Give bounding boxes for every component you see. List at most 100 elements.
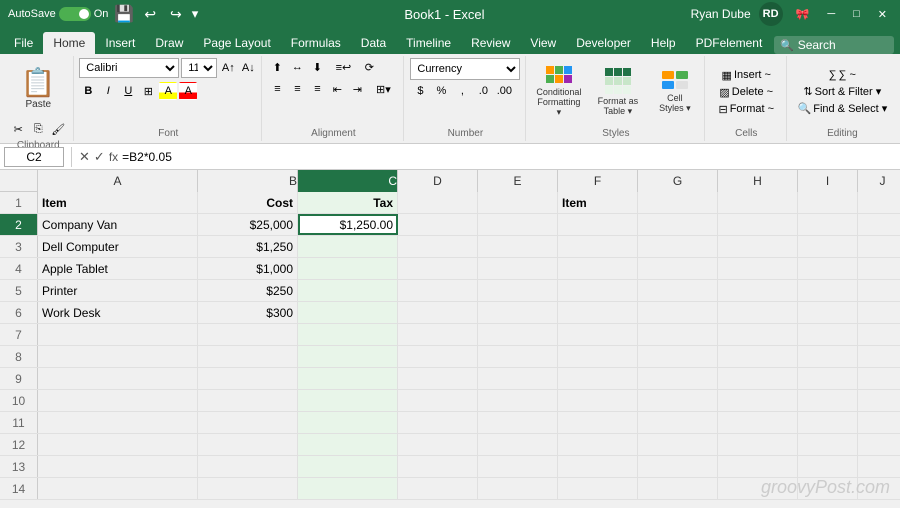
close-button[interactable]: ✕	[873, 6, 892, 23]
cell-8-G[interactable]	[638, 346, 718, 367]
cell-12-C[interactable]	[298, 434, 398, 455]
cell-12-I[interactable]	[798, 434, 858, 455]
cell-5-J[interactable]	[858, 280, 900, 301]
cell-3-I[interactable]	[798, 236, 858, 257]
autosave-toggle[interactable]: AutoSave On	[8, 7, 108, 21]
cell-14-J[interactable]	[858, 478, 900, 499]
cell-2-D[interactable]	[398, 214, 478, 235]
tab-pdfelement[interactable]: PDFelement	[686, 32, 773, 54]
maximize-button[interactable]: □	[848, 6, 865, 22]
cell-3-E[interactable]	[478, 236, 558, 257]
cell-1-F[interactable]: Item	[558, 192, 638, 213]
cell-13-I[interactable]	[798, 456, 858, 477]
decrease-indent-button[interactable]: ⇤	[328, 80, 346, 98]
cell-12-D[interactable]	[398, 434, 478, 455]
cell-4-E[interactable]	[478, 258, 558, 279]
cell-2-F[interactable]	[558, 214, 638, 235]
cell-14-F[interactable]	[558, 478, 638, 499]
cell-7-A[interactable]	[38, 324, 198, 345]
cell-7-E[interactable]	[478, 324, 558, 345]
search-box[interactable]: 🔍 Search	[774, 36, 894, 54]
cell-5-I[interactable]	[798, 280, 858, 301]
paste-button[interactable]: 📋 Paste	[17, 58, 59, 118]
cell-12-G[interactable]	[638, 434, 718, 455]
cell-13-F[interactable]	[558, 456, 638, 477]
tab-insert[interactable]: Insert	[95, 32, 145, 54]
font-family-select[interactable]: Calibri	[79, 58, 179, 78]
cell-11-F[interactable]	[558, 412, 638, 433]
format-painter-button[interactable]: 🖌	[49, 120, 67, 138]
cell-13-A[interactable]	[38, 456, 198, 477]
cell-6-J[interactable]	[858, 302, 900, 323]
cell-10-G[interactable]	[638, 390, 718, 411]
cell-4-H[interactable]	[718, 258, 798, 279]
minimize-button[interactable]: ─	[822, 6, 840, 22]
cell-10-H[interactable]	[718, 390, 798, 411]
cell-1-A[interactable]: Item	[38, 192, 198, 213]
tab-home[interactable]: Home	[43, 32, 95, 54]
cell-6-H[interactable]	[718, 302, 798, 323]
cell-9-E[interactable]	[478, 368, 558, 389]
cell-14-C[interactable]	[298, 478, 398, 499]
cell-2-B[interactable]: $25,000	[198, 214, 298, 235]
align-top-button[interactable]: ⬆	[268, 58, 286, 76]
tab-timeline[interactable]: Timeline	[396, 32, 461, 54]
percent-button[interactable]: %	[431, 82, 451, 100]
copy-button[interactable]: ⎘	[29, 120, 47, 138]
insert-function-icon[interactable]: fx	[109, 150, 118, 164]
cell-13-J[interactable]	[858, 456, 900, 477]
cell-13-C[interactable]	[298, 456, 398, 477]
cut-button[interactable]: ✂	[9, 120, 27, 138]
delete-button[interactable]: ▨ Delete ~	[715, 85, 777, 100]
cell-13-E[interactable]	[478, 456, 558, 477]
row-number[interactable]: 14	[0, 478, 38, 499]
cell-1-E[interactable]	[478, 192, 558, 213]
row-number[interactable]: 7	[0, 324, 38, 345]
number-format-select[interactable]: Currency	[410, 58, 520, 80]
col-header-i[interactable]: I	[798, 170, 858, 192]
tab-formulas[interactable]: Formulas	[281, 32, 351, 54]
cell-1-D[interactable]	[398, 192, 478, 213]
cell-5-C[interactable]	[298, 280, 398, 301]
cell-5-A[interactable]: Printer	[38, 280, 198, 301]
undo-button[interactable]: ↩	[140, 4, 160, 25]
border-button[interactable]: ⊞	[139, 82, 157, 100]
cell-14-E[interactable]	[478, 478, 558, 499]
font-size-select[interactable]: 11	[181, 58, 217, 78]
cell-9-I[interactable]	[798, 368, 858, 389]
cell-reference-box[interactable]	[4, 147, 64, 167]
cell-7-F[interactable]	[558, 324, 638, 345]
merge-cells-button[interactable]: ⊞▾	[368, 80, 398, 98]
cell-8-A[interactable]	[38, 346, 198, 367]
save-icon[interactable]: 💾	[114, 4, 134, 24]
cell-7-G[interactable]	[638, 324, 718, 345]
cell-10-A[interactable]	[38, 390, 198, 411]
cell-6-C[interactable]	[298, 302, 398, 323]
cell-8-C[interactable]	[298, 346, 398, 367]
bold-button[interactable]: B	[79, 82, 97, 100]
col-header-a[interactable]: A	[38, 170, 198, 192]
cell-12-E[interactable]	[478, 434, 558, 455]
tab-data[interactable]: Data	[351, 32, 396, 54]
cell-11-A[interactable]	[38, 412, 198, 433]
cell-1-C[interactable]: Tax	[298, 192, 398, 213]
row-number[interactable]: 1	[0, 192, 38, 213]
tab-file[interactable]: File	[4, 32, 43, 54]
tab-help[interactable]: Help	[641, 32, 686, 54]
cell-14-G[interactable]	[638, 478, 718, 499]
cell-10-J[interactable]	[858, 390, 900, 411]
cell-10-E[interactable]	[478, 390, 558, 411]
cell-14-I[interactable]	[798, 478, 858, 499]
cell-8-B[interactable]	[198, 346, 298, 367]
cell-13-G[interactable]	[638, 456, 718, 477]
user-avatar[interactable]: RD	[759, 2, 783, 26]
cell-4-G[interactable]	[638, 258, 718, 279]
cell-11-D[interactable]	[398, 412, 478, 433]
col-header-d[interactable]: D	[398, 170, 478, 192]
cell-8-H[interactable]	[718, 346, 798, 367]
cell-4-J[interactable]	[858, 258, 900, 279]
cell-7-C[interactable]	[298, 324, 398, 345]
format-button[interactable]: ⊟ Format ~	[714, 102, 778, 117]
cell-9-F[interactable]	[558, 368, 638, 389]
cell-5-G[interactable]	[638, 280, 718, 301]
